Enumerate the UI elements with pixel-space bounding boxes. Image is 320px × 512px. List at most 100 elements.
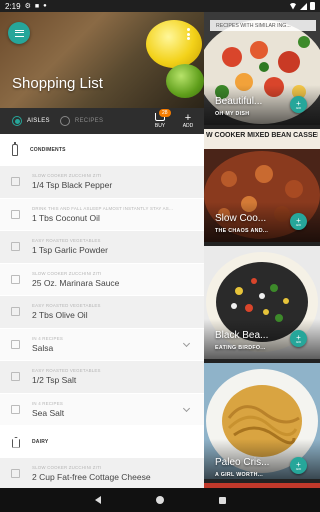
chevron-down-icon[interactable] [182, 404, 191, 412]
item-recipe: SLOW COOKER ZUCCHINI ZITI [32, 270, 102, 276]
item-name: 2 Cup Fat-free Cottage Cheese [32, 472, 151, 483]
recipe-title: Beautiful... [215, 96, 263, 107]
settings-icon: ⚙ [24, 3, 31, 10]
battery-icon [310, 2, 315, 10]
list-item[interactable]: EASY ROASTED VEGETABLES 1/2 Tsp Salt [0, 361, 204, 394]
similar-recipes-header: RECIPES WITH SIMILAR ING... [210, 20, 316, 31]
radio-unselected-icon [59, 116, 70, 126]
item-checkbox[interactable] [11, 274, 20, 284]
list-item[interactable]: SLOW COOKER ZUCCHINI ZITI 25 Oz. Marinara… [0, 263, 204, 296]
item-recipe: EASY ROASTED VEGETABLES [32, 368, 101, 374]
lemon-image [146, 20, 202, 68]
add-recipe-button[interactable]: + ADD [290, 457, 307, 474]
tab-aisles[interactable]: AISLES [0, 108, 50, 134]
item-recipe: SLOW COOKER ZUCCHINI ZITI [32, 173, 102, 179]
recipe-title: Paleo Cris... [215, 457, 270, 468]
chevron-down-icon[interactable] [182, 339, 191, 347]
view-tabs: AISLES RECIPES 28 BUY + ADD [0, 108, 204, 134]
add-button[interactable]: + ADD [178, 108, 198, 134]
plus-icon: + [184, 112, 192, 124]
plus-icon: + [296, 332, 301, 342]
plus-icon: + [296, 215, 301, 225]
recent-apps-icon[interactable] [218, 496, 226, 504]
shopping-list-pane: Shopping List AISLES RECIPES 28 BUY + AD… [0, 12, 204, 488]
recipe-card[interactable]: Paleo Cris... A GIRL WORTH... + ADD [204, 363, 320, 479]
radio-selected-icon [12, 116, 22, 126]
notification-dot-icon: ● [43, 3, 47, 9]
status-bar: 2:19 ⚙ ■ ● [0, 0, 320, 12]
recipe-source: OH MY DISH [215, 111, 250, 117]
add-recipe-button[interactable]: + ADD [290, 330, 307, 347]
status-time: 2:19 [5, 1, 21, 11]
list-item[interactable]: IN 4 RECIPES Salsa [0, 328, 204, 361]
hamburger-icon [14, 29, 24, 37]
recipe-source: EATING BIRDFO... [215, 345, 266, 351]
item-checkbox[interactable] [11, 404, 20, 414]
bottle-icon [12, 142, 18, 156]
milk-carton-icon [12, 436, 20, 448]
aisle-list: CONDIMENTS SLOW COOKER ZUCCHINI ZITI 1/4 … [0, 134, 204, 488]
plus-icon: + [296, 98, 301, 108]
notification-icon: ■ [34, 2, 40, 10]
list-item[interactable]: SLOW COOKER ZUCCHINI ZITI 1/4 Tsp Black P… [0, 166, 204, 199]
tab-recipes-label: RECIPES [74, 118, 104, 124]
add-recipe-label: ADD [295, 106, 302, 110]
item-recipe: IN 4 RECIPES [32, 335, 63, 341]
recipe-source: A GIRL WORTH... [215, 472, 264, 478]
add-recipe-button[interactable]: + ADD [290, 96, 307, 113]
list-item[interactable]: IN 4 RECIPES Sea Salt [0, 393, 204, 426]
home-icon[interactable] [155, 496, 164, 504]
item-recipe: IN 4 RECIPES [32, 400, 63, 406]
item-checkbox[interactable] [11, 307, 20, 317]
add-recipe-button[interactable]: + ADD [290, 213, 307, 230]
list-item[interactable]: DRINK THIS AND FALL ASLEEP ALMOST INSTAN… [0, 198, 204, 231]
system-nav-bar [0, 488, 320, 512]
add-recipe-label: ADD [295, 223, 302, 227]
recipe-photo-caption: W COOKER MIXED BEAN CASSER [206, 132, 318, 139]
item-checkbox[interactable] [11, 177, 20, 187]
recipe-title: Black Bea... [215, 330, 269, 341]
recipe-card[interactable]: W COOKER MIXED BEAN CASSER Slow Coo... T… [204, 129, 320, 242]
list-item[interactable]: SLOW COOKER ZUCCHINI ZITI 2 Cup Fat-free … [0, 458, 204, 488]
add-recipe-label: ADD [295, 340, 302, 344]
section-title: DAIRY [32, 439, 49, 445]
more-options-icon[interactable] [187, 28, 191, 40]
similar-recipes-pane: RECIPES WITH SIMILAR ING... Beautiful...… [204, 12, 320, 488]
item-name: 1/4 Tsp Black Pepper [32, 180, 113, 191]
page-title: Shopping List [12, 75, 103, 92]
recipe-source: THE CHAOS AND... [215, 228, 269, 234]
signal-icon [300, 2, 307, 10]
item-name: 1 Tbs Coconut Oil [32, 212, 100, 223]
buy-button[interactable]: 28 BUY [146, 108, 174, 134]
recipe-title: Slow Coo... [215, 213, 267, 224]
list-item[interactable]: EASY ROASTED VEGETABLES 1 Tsp Garlic Powd… [0, 231, 204, 264]
tab-aisles-label: AISLES [27, 118, 50, 124]
menu-button[interactable] [8, 22, 30, 44]
section-header: CONDIMENTS [0, 134, 204, 166]
item-checkbox[interactable] [11, 209, 20, 219]
header-image: Shopping List [0, 12, 204, 108]
tab-recipes[interactable]: RECIPES [50, 108, 103, 134]
item-checkbox[interactable] [11, 372, 20, 382]
item-checkbox[interactable] [11, 242, 20, 252]
recipe-card[interactable]: Black Bea... EATING BIRDFO... + ADD [204, 246, 320, 359]
add-label: ADD [182, 123, 194, 129]
item-name: 25 Oz. Marinara Sauce [32, 277, 120, 288]
item-name: 1 Tsp Garlic Powder [32, 245, 108, 256]
item-name: 1/2 Tsp Salt [32, 375, 77, 386]
item-checkbox[interactable] [11, 469, 20, 479]
back-icon[interactable] [94, 496, 101, 504]
add-recipe-label: ADD [295, 467, 302, 471]
item-name: 2 Tbs Olive Oil [32, 310, 88, 321]
list-item[interactable]: EASY ROASTED VEGETABLES 2 Tbs Olive Oil [0, 296, 204, 329]
item-checkbox[interactable] [11, 339, 20, 349]
section-title: CONDIMENTS [30, 147, 66, 153]
buy-label: BUY [154, 123, 166, 129]
item-name: Salsa [32, 342, 54, 353]
section-header: DAIRY [0, 426, 204, 458]
lime-image [166, 64, 204, 98]
buy-count-badge: 28 [159, 109, 171, 117]
item-recipe: EASY ROASTED VEGETABLES [32, 303, 101, 309]
item-recipe: EASY ROASTED VEGETABLES [32, 238, 101, 244]
wifi-icon [289, 2, 297, 10]
